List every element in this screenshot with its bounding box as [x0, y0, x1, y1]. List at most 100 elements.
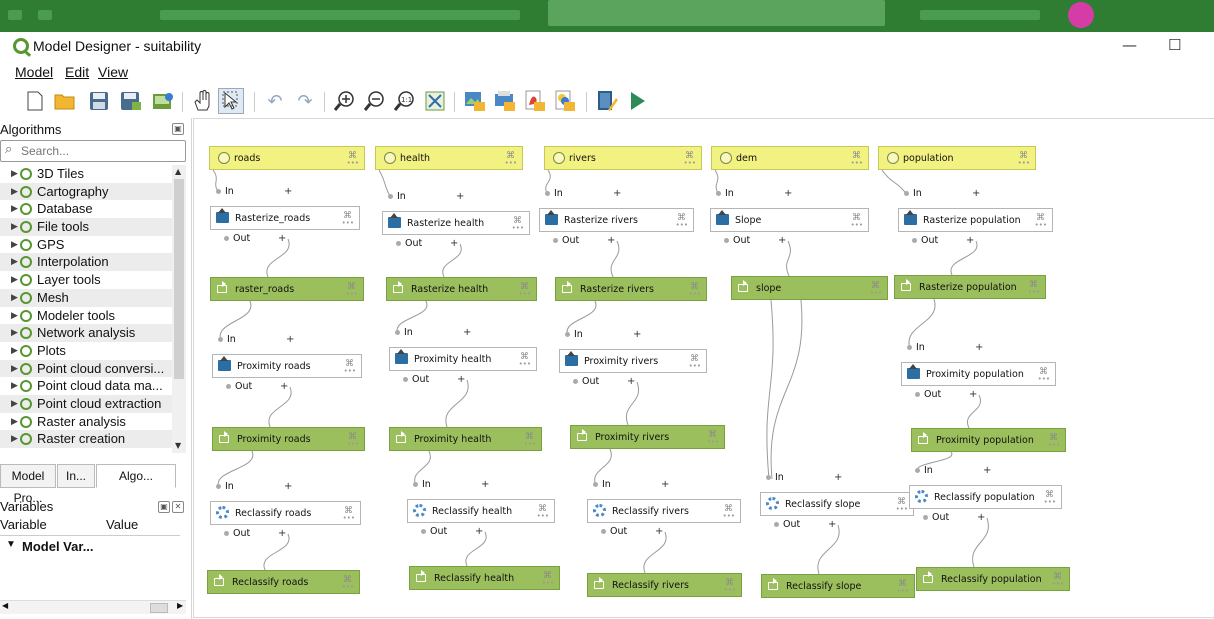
- output-node[interactable]: Proximity roads ⌘ •••: [212, 427, 365, 451]
- algorithm-node[interactable]: Reclassify health ⌘ •••: [407, 499, 555, 523]
- expand-port-icon[interactable]: +: [834, 472, 842, 483]
- node-edit-icon[interactable]: •••: [870, 290, 882, 297]
- algorithm-group-item[interactable]: ▶ Point cloud extraction: [0, 394, 172, 413]
- output-port[interactable]: Out +: [421, 526, 483, 537]
- chevron-right-icon[interactable]: ▶: [11, 183, 18, 201]
- node-edit-icon[interactable]: •••: [684, 160, 696, 167]
- algorithm-list-scrollbar[interactable]: ▲ ▼: [172, 165, 186, 453]
- redo-icon[interactable]: ↷: [292, 88, 318, 114]
- output-node[interactable]: Proximity health ⌘ •••: [389, 427, 542, 451]
- chevron-right-icon[interactable]: ▶: [11, 360, 18, 378]
- minimize-button[interactable]: —: [1122, 36, 1137, 54]
- chevron-right-icon[interactable]: ▶: [11, 218, 18, 236]
- node-edit-icon[interactable]: •••: [342, 584, 354, 591]
- horizontal-scrollbar[interactable]: ◀ ▶: [0, 600, 186, 614]
- input-port[interactable]: In +: [904, 188, 980, 199]
- expand-port-icon[interactable]: +: [456, 191, 464, 202]
- output-port[interactable]: Out +: [403, 374, 465, 385]
- input-port[interactable]: In +: [915, 465, 991, 476]
- chevron-right-icon[interactable]: ▶: [11, 430, 18, 448]
- chevron-down-icon[interactable]: ▼: [6, 539, 16, 550]
- expand-port-icon[interactable]: +: [778, 235, 786, 246]
- zoom-out-icon[interactable]: [362, 88, 388, 114]
- pan-icon[interactable]: [190, 88, 216, 114]
- node-edit-icon[interactable]: •••: [1018, 160, 1030, 167]
- expand-port-icon[interactable]: +: [286, 334, 294, 345]
- output-port[interactable]: Out +: [774, 519, 836, 530]
- chevron-right-icon[interactable]: ▶: [11, 377, 18, 395]
- output-node[interactable]: slope ⌘ •••: [731, 276, 888, 300]
- export-svg-icon[interactable]: [522, 88, 548, 114]
- node-edit-icon[interactable]: •••: [1044, 499, 1056, 506]
- variables-tree-row[interactable]: ▼ Model Var...: [6, 539, 94, 554]
- output-port[interactable]: Out +: [224, 233, 286, 244]
- menu-model[interactable]: Model: [15, 64, 53, 80]
- node-edit-icon[interactable]: •••: [344, 368, 356, 375]
- expand-port-icon[interactable]: +: [977, 512, 985, 523]
- expand-port-icon[interactable]: +: [627, 376, 635, 387]
- chevron-right-icon[interactable]: ▶: [11, 289, 18, 307]
- maximize-button[interactable]: ☐: [1168, 36, 1181, 54]
- chevron-right-icon[interactable]: ▶: [11, 200, 18, 218]
- expand-port-icon[interactable]: +: [463, 327, 471, 338]
- node-edit-icon[interactable]: •••: [542, 580, 554, 587]
- expand-port-icon[interactable]: +: [969, 389, 977, 400]
- tab-algorithms[interactable]: Algo...: [96, 464, 176, 488]
- algorithm-group-item[interactable]: ▶ Modeler tools: [0, 307, 172, 325]
- algorithm-node[interactable]: Proximity population ⌘ •••: [901, 362, 1056, 386]
- algorithm-group-item[interactable]: ▶ Cartography: [0, 182, 172, 201]
- output-port[interactable]: Out +: [912, 235, 974, 246]
- output-port[interactable]: Out +: [601, 526, 663, 537]
- output-port[interactable]: Out +: [224, 528, 286, 539]
- output-node[interactable]: Rasterize health ⌘ •••: [386, 277, 537, 301]
- chevron-right-icon[interactable]: ▶: [11, 395, 18, 413]
- expand-port-icon[interactable]: +: [607, 235, 615, 246]
- node-edit-icon[interactable]: •••: [851, 160, 863, 167]
- output-port[interactable]: Out +: [573, 376, 635, 387]
- expand-port-icon[interactable]: +: [655, 526, 663, 537]
- algorithm-group-item[interactable]: ▶ Raster terrain analysis: [0, 448, 172, 451]
- output-node[interactable]: Reclassify slope ⌘ •••: [761, 574, 915, 598]
- open-model-icon[interactable]: [52, 88, 78, 114]
- expand-port-icon[interactable]: +: [475, 526, 483, 537]
- chevron-right-icon[interactable]: ▶: [11, 448, 18, 451]
- chevron-right-icon[interactable]: ▶: [11, 236, 18, 254]
- algorithm-group-item[interactable]: ▶ Interpolation: [0, 253, 172, 272]
- input-port[interactable]: In +: [907, 342, 983, 353]
- chevron-right-icon[interactable]: ▶: [11, 324, 18, 342]
- taskbar-icon[interactable]: [38, 10, 52, 20]
- expand-port-icon[interactable]: +: [613, 188, 621, 199]
- chevron-right-icon[interactable]: ▶: [11, 165, 18, 183]
- node-edit-icon[interactable]: •••: [343, 515, 355, 522]
- expand-port-icon[interactable]: +: [784, 188, 792, 199]
- zoom-in-icon[interactable]: [332, 88, 358, 114]
- algorithm-node[interactable]: Rasterize rivers ⌘ •••: [539, 208, 694, 232]
- node-edit-icon[interactable]: •••: [724, 587, 736, 594]
- expand-port-icon[interactable]: +: [633, 329, 641, 340]
- node-edit-icon[interactable]: •••: [519, 361, 531, 368]
- select-icon[interactable]: [218, 88, 244, 114]
- chevron-right-icon[interactable]: ▶: [11, 413, 18, 431]
- algorithm-group-item[interactable]: ▶ GPS: [0, 236, 172, 254]
- expand-port-icon[interactable]: +: [983, 465, 991, 476]
- algorithm-node[interactable]: Rasterize population ⌘ •••: [898, 208, 1053, 232]
- algorithm-group-item[interactable]: ▶ Point cloud data ma...: [0, 377, 172, 395]
- close-icon[interactable]: ✕: [172, 501, 184, 513]
- chevron-right-icon[interactable]: ▶: [11, 307, 18, 325]
- algorithm-group-item[interactable]: ▶ Database: [0, 200, 172, 218]
- algorithm-group-item[interactable]: ▶ Plots: [0, 342, 172, 360]
- algorithm-group-item[interactable]: ▶ Mesh: [0, 288, 172, 307]
- node-edit-icon[interactable]: •••: [897, 588, 909, 595]
- node-edit-icon[interactable]: •••: [512, 225, 524, 232]
- output-node[interactable]: Rasterize rivers ⌘ •••: [555, 277, 707, 301]
- zoom-actual-icon[interactable]: 1:1: [392, 88, 418, 114]
- algorithm-node[interactable]: Rasterize health ⌘ •••: [382, 211, 530, 235]
- float-panel-icon[interactable]: ▣: [172, 123, 184, 135]
- input-port[interactable]: In +: [593, 479, 669, 490]
- input-port[interactable]: In +: [395, 327, 471, 338]
- input-port[interactable]: In +: [218, 334, 294, 345]
- algorithm-group-item[interactable]: ▶ Network analysis: [0, 324, 172, 342]
- output-node[interactable]: Proximity rivers ⌘ •••: [570, 425, 725, 449]
- export-python-icon[interactable]: [552, 88, 578, 114]
- menu-edit[interactable]: Edit: [65, 64, 89, 80]
